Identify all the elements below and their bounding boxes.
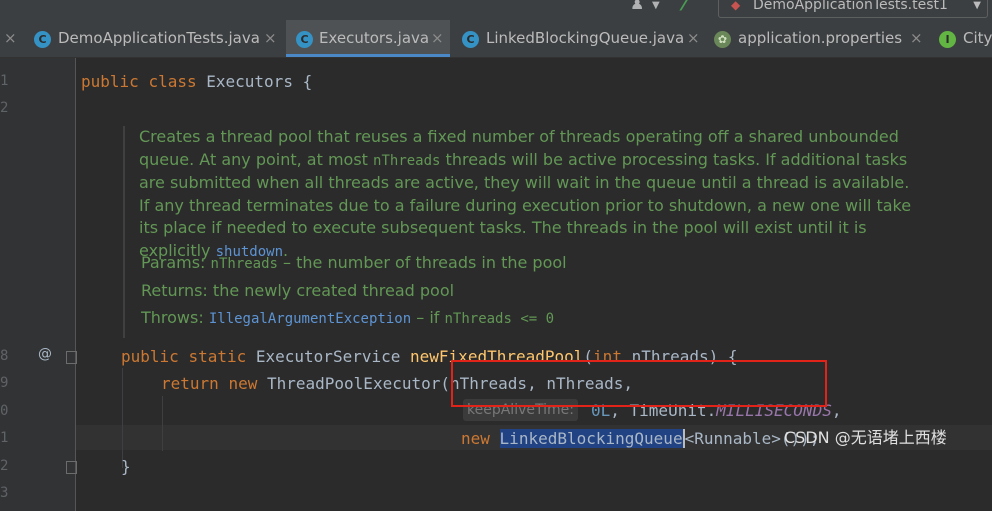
keyword: class xyxy=(148,72,197,91)
tab-executors[interactable]: C Executors.java × xyxy=(286,20,450,57)
keyword: return xyxy=(161,374,219,393)
line-number: 2 xyxy=(0,100,9,116)
tab-label: City xyxy=(963,29,992,47)
fold-toggle-icon[interactable] xyxy=(66,461,77,474)
line-number: 1 xyxy=(0,430,9,446)
line-number: 8 xyxy=(0,348,9,364)
return-type: ExecutorService xyxy=(255,347,401,366)
keyword: public xyxy=(121,347,179,366)
tab-city[interactable]: I City xyxy=(939,20,992,57)
chevron-down-icon[interactable]: ▼ xyxy=(652,0,660,11)
keyword: new xyxy=(461,429,490,448)
tab-linked-blocking-queue[interactable]: C LinkedBlockingQueue.java × xyxy=(462,20,707,57)
run-configuration-label: DemoApplicationTests.test1 xyxy=(753,0,948,13)
highlight-annotation-box xyxy=(451,360,827,407)
line-number: 3 xyxy=(0,485,9,501)
doc-code: nThreads xyxy=(210,256,278,272)
line-number: 0 xyxy=(0,403,9,419)
tab-demo-application-tests[interactable]: C DemoApplicationTests.java × xyxy=(34,20,284,57)
javadoc-throws: Throws: IllegalArgumentException – if nT… xyxy=(141,308,554,327)
close-tab-icon[interactable]: × xyxy=(264,29,277,47)
code-text: , xyxy=(831,401,842,420)
javadoc-description: Creates a thread pool that reuses a fixe… xyxy=(139,126,919,264)
close-tab-icon[interactable]: × xyxy=(687,29,700,47)
line-number: 2 xyxy=(0,458,9,474)
rendered-javadoc: Creates a thread pool that reuses a fixe… xyxy=(123,126,939,338)
chevron-down-icon: ▼ xyxy=(973,0,981,11)
editor-tab-bar: × C DemoApplicationTests.java × C Execut… xyxy=(0,20,992,58)
doc-tag-label: Returns: xyxy=(141,281,208,300)
top-toolbar: ♟ ▼ ⁄ ◆ DemoApplicationTests.test1 ▼ xyxy=(0,0,992,20)
close-tab-icon[interactable]: × xyxy=(910,29,923,47)
line-number-gutter: 1 2 8 9 0 1 2 3 @ xyxy=(0,58,77,511)
class-name: Executors xyxy=(206,72,293,91)
tab-label: application.properties xyxy=(738,29,903,47)
brace: { xyxy=(292,72,313,91)
selected-class-name[interactable]: LinkedBlockingQueue xyxy=(499,429,683,448)
close-tab-icon[interactable]: × xyxy=(4,20,22,57)
user-icon[interactable]: ♟ xyxy=(630,0,644,13)
keyword: public xyxy=(81,72,139,91)
indent-guide xyxy=(162,396,163,451)
line-number: 1 xyxy=(0,73,9,89)
doc-tag-label: Params: xyxy=(141,253,206,272)
tab-application-properties[interactable]: ✿ application.properties × xyxy=(714,20,929,57)
java-class-icon: C xyxy=(296,31,313,48)
spring-leaf-icon: ✿ xyxy=(714,31,731,48)
class-declaration: public class Executors { xyxy=(81,72,312,91)
override-marker-icon[interactable]: @ xyxy=(38,346,52,362)
closing-brace: } xyxy=(121,457,131,476)
doc-text: – if xyxy=(411,308,445,327)
run-config-icon: ◆ xyxy=(731,0,741,12)
doc-text: – the number of threads in the pool xyxy=(277,253,567,272)
build-hammer-icon[interactable]: ⁄ xyxy=(683,0,686,15)
run-configuration-selector[interactable]: ◆ DemoApplicationTests.test1 ▼ xyxy=(718,0,988,18)
line-number: 9 xyxy=(0,375,9,391)
watermark: CSDN @无语堵上西楼 xyxy=(784,428,947,447)
indent-guide xyxy=(122,368,123,468)
tab-label: Executors.java xyxy=(319,29,430,47)
close-tab-icon[interactable]: × xyxy=(431,29,444,47)
doc-text: the newly created thread pool xyxy=(212,281,455,300)
queue-argument: new LinkedBlockingQueue <Runnable>()); xyxy=(461,429,820,448)
doc-link-exception[interactable]: IllegalArgumentException xyxy=(209,311,411,327)
keyword: new xyxy=(228,374,258,393)
keyword: static xyxy=(188,347,247,366)
doc-tag-label: Throws: xyxy=(141,308,204,327)
javadoc-returns: Returns: the newly created thread pool xyxy=(141,281,454,300)
javadoc-params: Params: nThreads – the number of threads… xyxy=(141,253,567,272)
java-class-icon: C xyxy=(34,31,51,48)
java-class-icon: C xyxy=(462,31,479,48)
doc-code: nThreads <= 0 xyxy=(444,311,555,327)
fold-toggle-icon[interactable] xyxy=(66,351,77,364)
interface-icon: I xyxy=(939,31,956,48)
tab-label: DemoApplicationTests.java xyxy=(58,29,260,47)
doc-code: nThreads xyxy=(373,152,441,169)
tab-label: LinkedBlockingQueue.java xyxy=(486,29,685,47)
